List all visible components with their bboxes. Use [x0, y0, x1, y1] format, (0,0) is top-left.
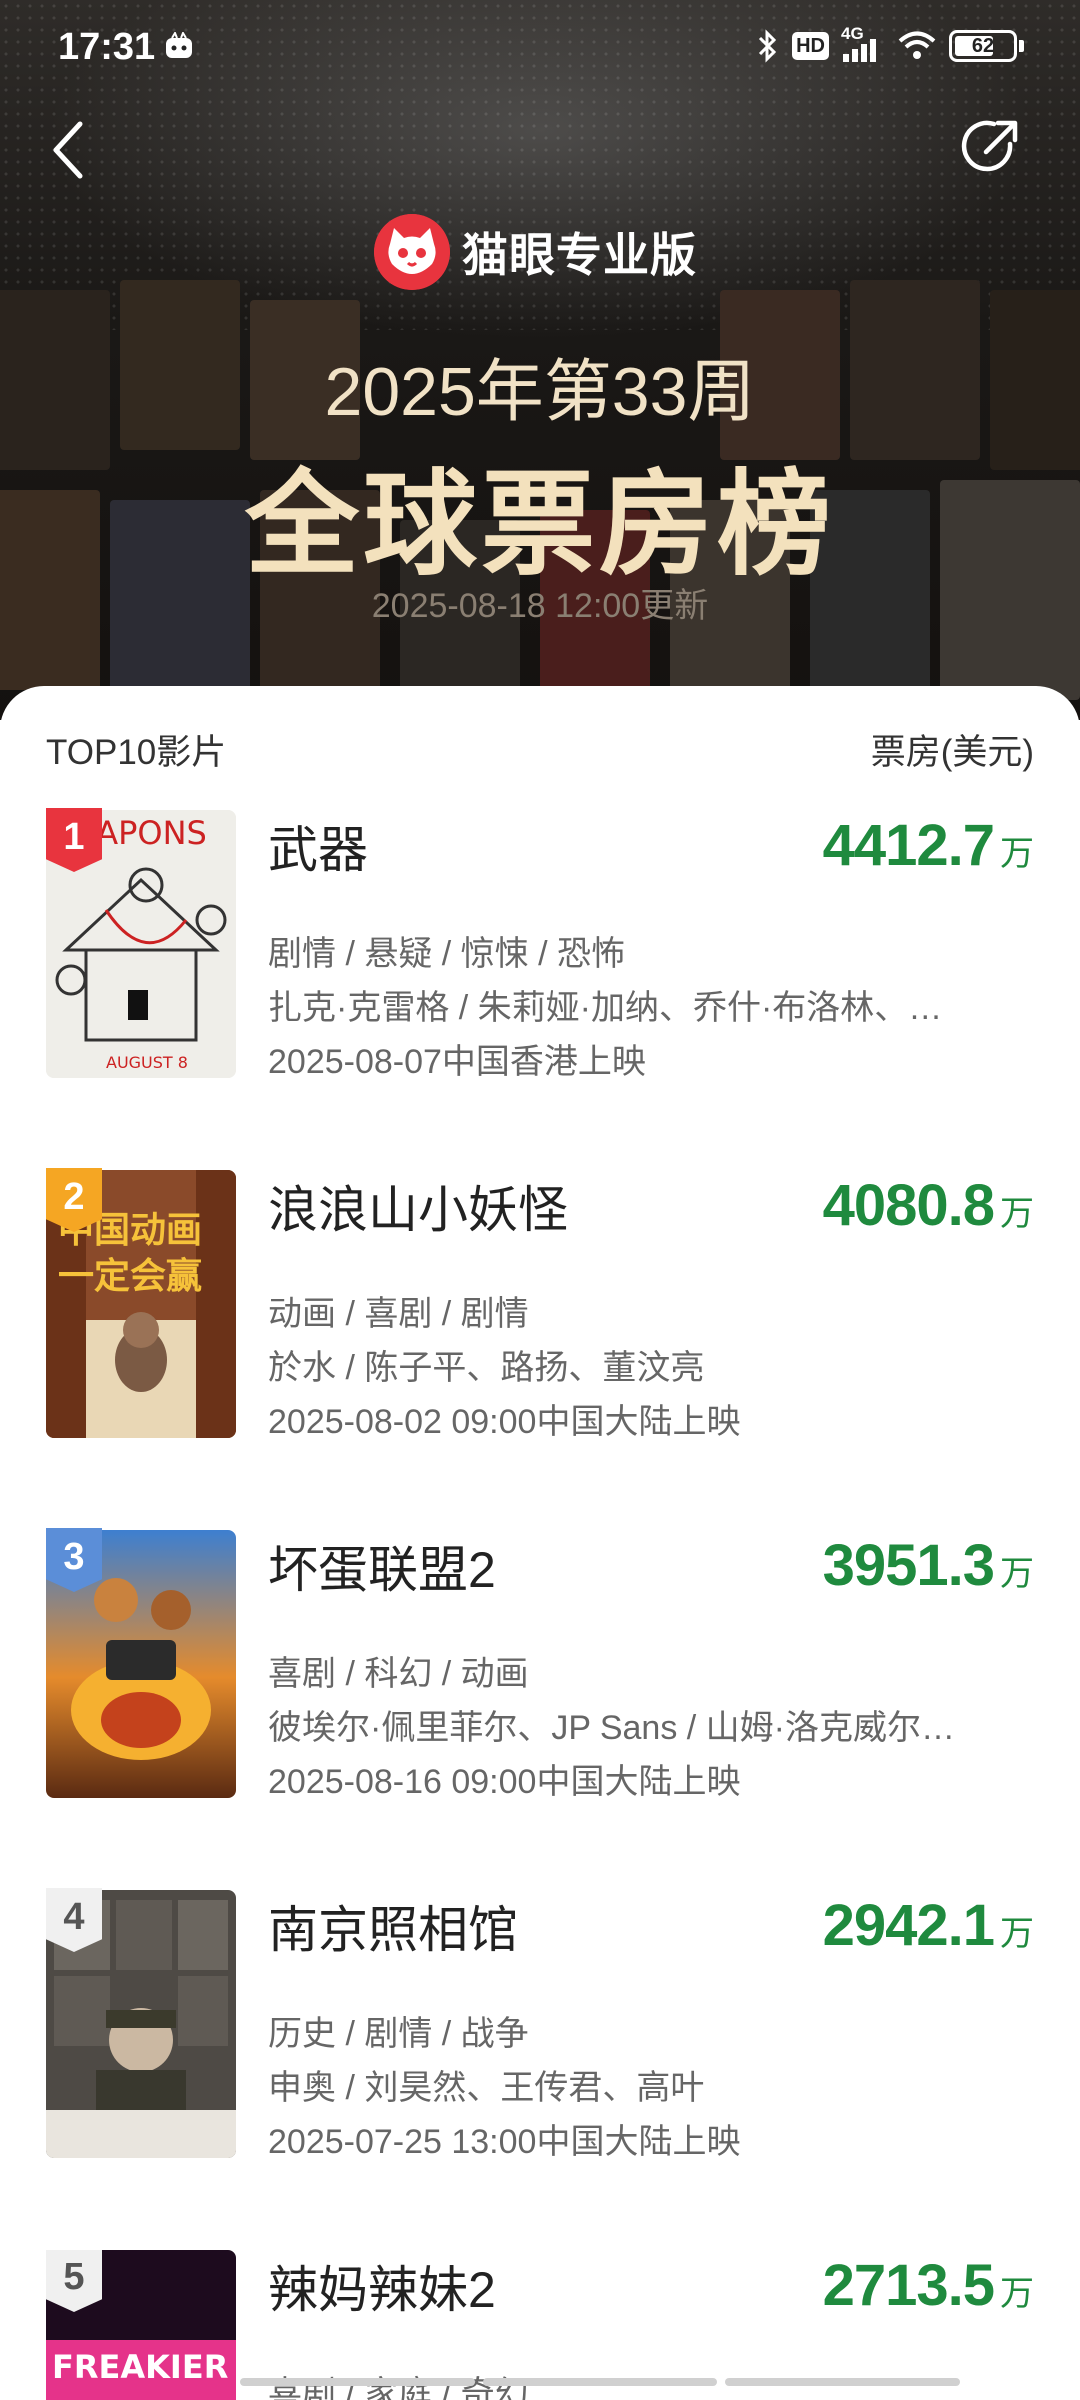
rank-badge: 1: [46, 808, 102, 872]
maoyan-cat-logo-icon: [374, 214, 450, 290]
list-header-right: 票房(美元): [870, 733, 1034, 772]
box-office-unit: 万: [1000, 1915, 1034, 1953]
ranking-panel: TOP10影片 票房(美元) EAPONS AUGUST 8 1 武器 4412…: [0, 686, 1080, 2400]
box-office-unit: 万: [1000, 1195, 1034, 1233]
movie-cast: 扎克·克雷格 / 朱莉娅·加纳、乔什·布洛林、…: [268, 989, 943, 1027]
box-office-value: 2942.1: [822, 1893, 995, 1958]
rank-badge: 2: [46, 1168, 102, 1232]
movie-title[interactable]: 浪浪山小妖怪: [268, 1170, 568, 1242]
movie-cast: 彼埃尔·佩里菲尔、JP Sans / 山姆·洛克威尔…: [268, 1709, 955, 1747]
list-header-left: TOP10影片: [46, 733, 227, 772]
box-office: 4412.7 万: [823, 812, 1034, 879]
bluetooth-icon: [759, 29, 777, 63]
page-title: 全球票房榜: [244, 462, 835, 589]
movie-cast: 申奥 / 刘昊然、王传君、高叶: [268, 2069, 705, 2107]
movie-release: 2025-08-16 09:00中国大陆上映: [268, 1763, 741, 1801]
back-arrow-icon[interactable]: [44, 118, 104, 182]
box-office-unit: 万: [1000, 2275, 1034, 2313]
box-office: 2713.5 万: [823, 2252, 1034, 2319]
battery-level: 62: [971, 34, 995, 57]
movie-row-1[interactable]: EAPONS AUGUST 8 1 武器 4412.7 万 剧情 / 悬疑 / …: [0, 808, 1080, 1110]
status-time: 17:31: [58, 26, 156, 68]
movie-row-3[interactable]: 3 坏蛋联盟2 3951.3 万 喜剧 / 科幻 / 动画 彼埃尔·佩里菲尔、J…: [0, 1528, 1080, 1830]
box-office: 3951.3 万: [823, 1532, 1034, 1599]
rank-badge: 3: [46, 1528, 102, 1592]
week-title: 2025年第33周: [324, 354, 756, 430]
svg-text:FREAKIER: FREAKIER: [52, 2348, 228, 2386]
battery-icon: 62: [949, 30, 1017, 62]
network-type: 4G: [841, 24, 864, 43]
bottom-gesture-bar[interactable]: [240, 2378, 961, 2386]
movie-row-2[interactable]: 中国动画 一定会赢 2 浪浪山小妖怪 4080.8 万 动画 / 喜剧 / 剧情…: [0, 1168, 1080, 1470]
box-office-value: 2713.5: [822, 2253, 995, 2318]
hd-icon: HD: [792, 32, 829, 60]
movie-title[interactable]: 武器: [268, 810, 368, 882]
rank-badge: 5: [46, 2250, 102, 2312]
box-office-value: 4412.7: [822, 813, 995, 878]
movie-release: 2025-07-25 13:00中国大陆上映: [268, 2123, 741, 2161]
update-time: 2025-08-18 12:00更新: [371, 587, 709, 625]
movie-genres: 动画 / 喜剧 / 剧情: [268, 1295, 529, 1333]
header-banner: 17:31 HD 4G 62 猫眼专业版 2025年第33周 全球票房榜 202…: [0, 0, 1080, 720]
status-bar: 17:31 HD 4G 62: [0, 0, 1080, 100]
box-office-value: 3951.3: [822, 1533, 995, 1598]
share-icon[interactable]: [958, 114, 1024, 180]
signal-icon: 4G: [841, 24, 885, 64]
movie-title[interactable]: 南京照相馆: [268, 1890, 518, 1962]
rank-badge: 4: [46, 1888, 102, 1952]
box-office-value: 4080.8: [822, 1173, 995, 1238]
box-office: 4080.8 万: [823, 1172, 1034, 1239]
movie-genres: 历史 / 剧情 / 战争: [268, 2015, 529, 2053]
box-office: 2942.1 万: [823, 1892, 1034, 1959]
svg-text:AUGUST 8: AUGUST 8: [106, 1053, 188, 1072]
movie-cast: 於水 / 陈子平、路扬、董汶亮: [268, 1349, 705, 1387]
movie-row-4[interactable]: 4 南京照相馆 2942.1 万 历史 / 剧情 / 战争 申奥 / 刘昊然、王…: [0, 1888, 1080, 2190]
box-office-unit: 万: [1000, 1555, 1034, 1593]
wifi-icon: [898, 31, 936, 59]
movie-genres: 剧情 / 悬疑 / 惊悚 / 恐怖: [268, 935, 626, 973]
box-office-unit: 万: [1000, 835, 1034, 873]
movie-title[interactable]: 辣妈辣妹2: [268, 2250, 496, 2322]
movie-title[interactable]: 坏蛋联盟2: [268, 1530, 496, 1602]
movie-genres: 喜剧 / 科幻 / 动画: [268, 1655, 529, 1693]
svg-text:一定会赢: 一定会赢: [58, 1255, 202, 1297]
brand-logo-group: 猫眼专业版: [374, 214, 697, 290]
movie-release: 2025-08-07中国香港上映: [268, 1043, 646, 1081]
movie-release: 2025-08-02 09:00中国大陆上映: [268, 1403, 741, 1441]
brand-name: 猫眼专业版: [462, 229, 697, 281]
notification-app-icon: [166, 32, 192, 58]
